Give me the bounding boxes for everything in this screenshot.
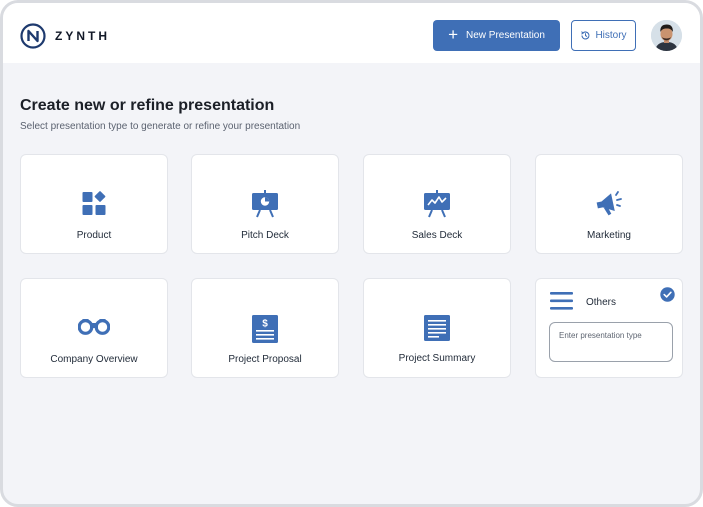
card-product[interactable]: Product xyxy=(20,154,168,254)
app-window: ZYNTH + New Presentation History Create … xyxy=(0,0,703,507)
card-company-overview[interactable]: Company Overview xyxy=(20,278,168,378)
svg-text:$: $ xyxy=(262,319,268,330)
brand-logo-icon[interactable] xyxy=(20,23,46,49)
user-portrait-icon xyxy=(651,20,682,51)
page-title: Create new or refine presentation xyxy=(20,97,275,114)
sales-chart-board-icon xyxy=(424,190,450,218)
binoculars-icon xyxy=(78,319,110,335)
card-label: Project Summary xyxy=(398,353,476,364)
card-label: Project Proposal xyxy=(228,354,302,365)
card-project-summary[interactable]: Project Summary xyxy=(363,278,511,378)
megaphone-icon xyxy=(596,191,622,216)
card-marketing[interactable]: Marketing xyxy=(535,154,683,254)
card-label: Pitch Deck xyxy=(241,230,289,241)
summary-document-icon xyxy=(424,315,450,341)
dollar-document-icon: $ xyxy=(252,315,278,343)
history-button[interactable]: History xyxy=(571,20,636,51)
brand-name: ZYNTH xyxy=(55,29,110,43)
card-label: Company Overview xyxy=(50,354,138,365)
page-subtitle: Select presentation type to generate or … xyxy=(20,121,301,132)
card-project-proposal[interactable]: $ Project Proposal xyxy=(191,278,339,378)
card-sales-deck[interactable]: Sales Deck xyxy=(363,154,511,254)
presentation-board-icon xyxy=(252,190,278,218)
grid-shapes-icon xyxy=(82,191,106,215)
menu-lines-icon xyxy=(550,292,573,310)
history-icon xyxy=(581,31,590,40)
presentation-type-input[interactable] xyxy=(549,322,673,362)
user-avatar[interactable] xyxy=(651,20,682,51)
card-pitch-deck[interactable]: Pitch Deck xyxy=(191,154,339,254)
top-bar: ZYNTH + New Presentation History xyxy=(3,3,700,63)
card-label: Product xyxy=(76,230,112,241)
others-label: Others xyxy=(586,297,617,308)
card-label: Sales Deck xyxy=(411,230,463,241)
new-presentation-button[interactable]: + New Presentation xyxy=(433,20,560,51)
selected-check-icon xyxy=(660,287,675,302)
plus-icon: + xyxy=(448,25,458,44)
card-label: Marketing xyxy=(587,230,631,241)
new-presentation-label: New Presentation xyxy=(466,30,545,41)
history-label: History xyxy=(595,30,627,41)
card-others[interactable]: Others xyxy=(535,278,683,378)
